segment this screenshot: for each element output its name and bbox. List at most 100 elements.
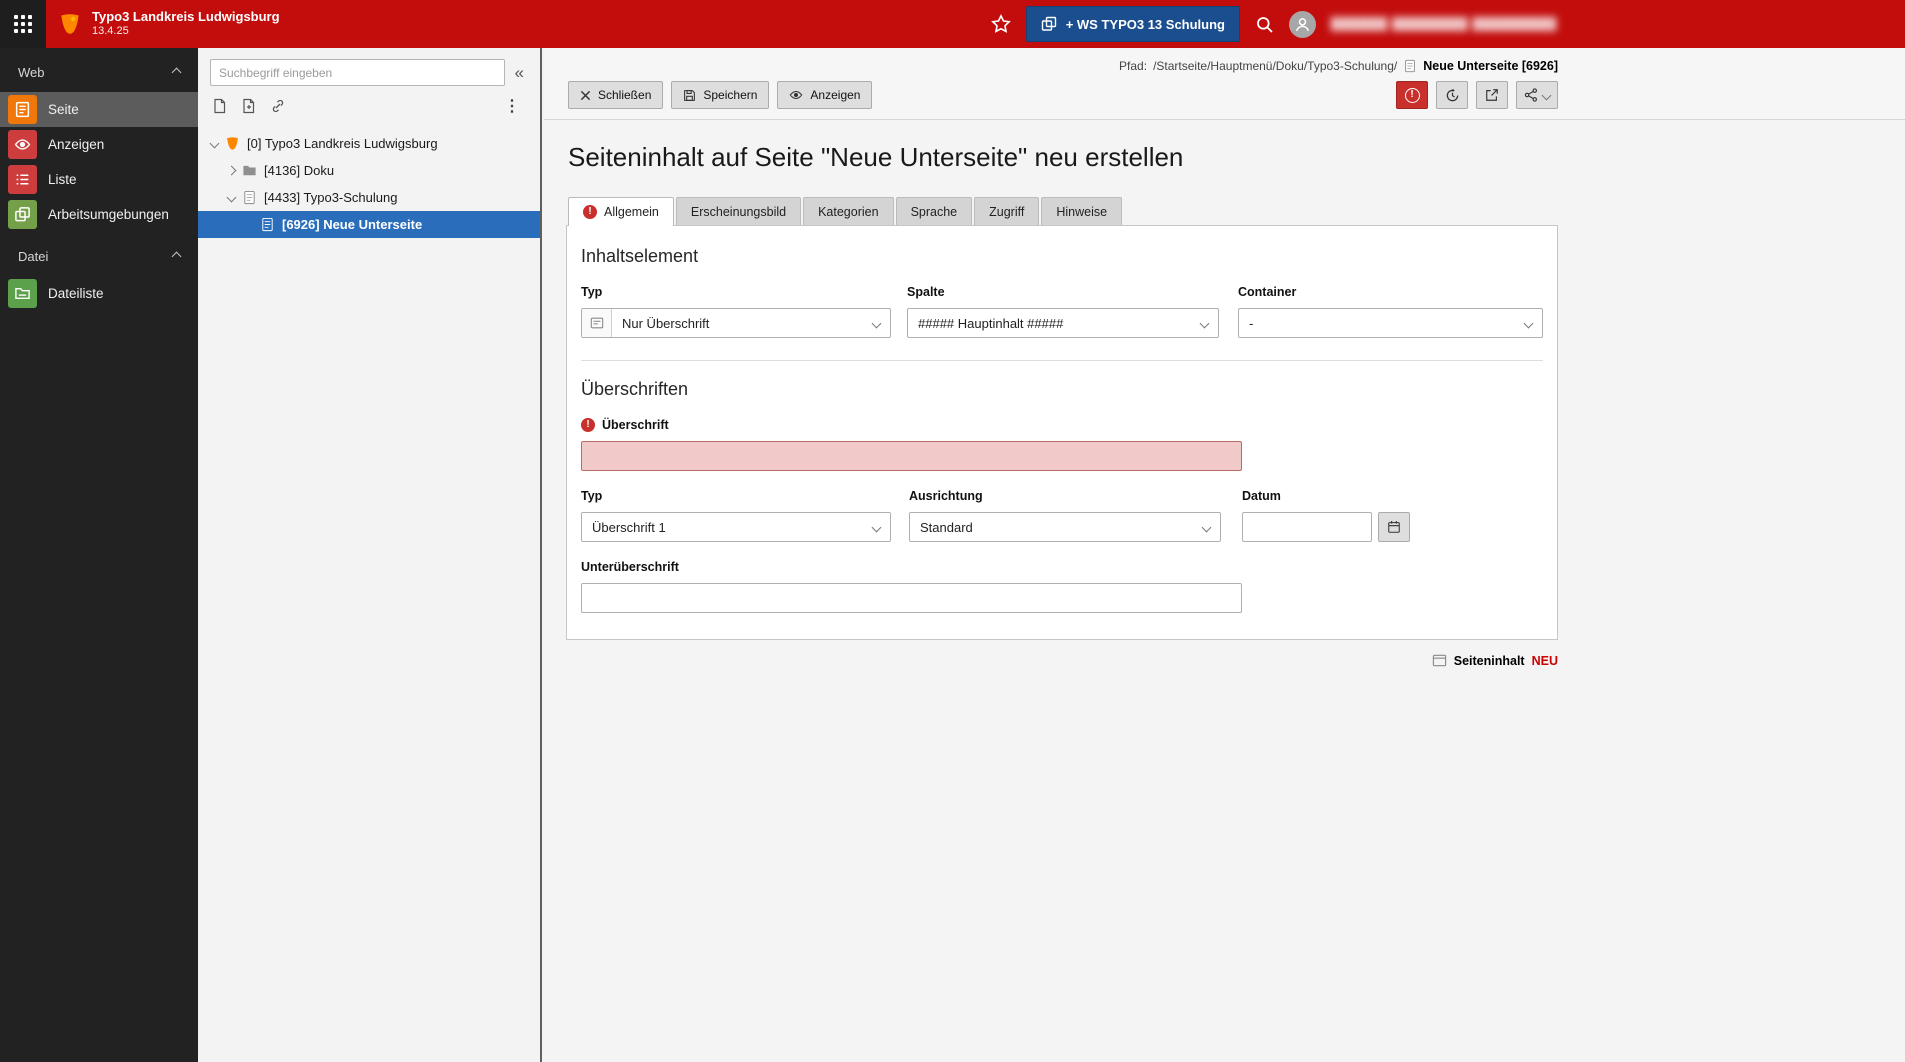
module-item-label: Anzeigen (48, 137, 105, 152)
module-group-datei-label: Datei (18, 249, 49, 264)
module-group-datei[interactable]: Datei (0, 232, 198, 276)
module-item-label: Arbeitsumgebungen (48, 207, 169, 222)
chevron-down-icon (1541, 90, 1552, 100)
container-select[interactable]: - (1238, 308, 1543, 338)
module-item-label: Seite (48, 102, 79, 117)
module-menu: Web Seite Anzeigen Liste Arbeitsumgebung… (0, 48, 198, 1062)
tab-allgemein[interactable]: ! Allgemein (568, 197, 674, 226)
calendar-button[interactable] (1378, 512, 1410, 542)
share-icon (1524, 88, 1538, 102)
tree-more-menu-icon[interactable]: ⋮ (498, 96, 526, 116)
workspaces-module-icon (8, 200, 37, 229)
close-button-label: Schließen (598, 88, 652, 102)
chevron-down-icon[interactable] (226, 192, 237, 203)
tab-erscheinungsbild[interactable]: Erscheinungsbild (675, 197, 802, 225)
section-title-ueberschriften: Überschriften (581, 379, 689, 399)
unterueberschrift-input[interactable] (581, 583, 1242, 613)
typo3-logo-icon (58, 12, 82, 36)
user-name[interactable]: ██████ ████████ █████████ (1331, 17, 1556, 31)
ueberschrift-input[interactable] (581, 441, 1242, 471)
module-item-anzeigen[interactable]: Anzeigen (0, 127, 198, 162)
tab-error-icon: ! (583, 205, 597, 219)
path-label: Pfad: (1119, 59, 1148, 73)
module-group-web-label: Web (18, 65, 45, 80)
chevron-down-icon[interactable] (209, 138, 220, 149)
record-type-label: Seiteninhalt (1453, 653, 1525, 668)
ueberschrift-typ-select[interactable]: Überschrift 1 (581, 512, 891, 542)
tab-panel-allgemein: Inhaltselement Typ Nur Überschrift Spalt… (566, 225, 1558, 640)
view-module-icon (8, 130, 37, 159)
chevron-down-icon (871, 522, 882, 532)
workspace-button-label: + WS TYPO3 13 Schulung (1065, 16, 1225, 32)
chevron-down-icon (1199, 318, 1210, 328)
tree-node-root[interactable]: [0] Typo3 Landkreis Ludwigsburg (198, 130, 540, 157)
collapse-tree-icon[interactable]: « (513, 64, 532, 81)
spalte-select-value: ##### Hauptinhalt ##### (918, 315, 1064, 331)
spalte-select[interactable]: ##### Hauptinhalt ##### (907, 308, 1220, 338)
modules-toggle-button[interactable] (0, 0, 46, 48)
page-tree: [0] Typo3 Landkreis Ludwigsburg [4136] D… (198, 130, 540, 238)
tab-label: Allgemein (604, 205, 659, 219)
bookmark-star-icon[interactable] (990, 14, 1011, 34)
tab-label: Sprache (910, 204, 958, 219)
tree-node-label: [6926] Neue Unterseite (282, 217, 423, 232)
tree-node-label: [0] Typo3 Landkreis Ludwigsburg (247, 136, 438, 151)
external-link-icon (1485, 88, 1499, 102)
tab-label: Erscheinungsbild (690, 204, 787, 219)
save-button[interactable]: Speichern (671, 81, 770, 109)
tab-sprache[interactable]: Sprache (895, 197, 973, 225)
module-item-label: Liste (48, 172, 77, 187)
tree-search-input[interactable] (210, 59, 505, 86)
tab-zugriff[interactable]: Zugriff (974, 197, 1040, 225)
new-page-alt-icon[interactable] (241, 98, 257, 114)
chevron-down-icon (1201, 522, 1212, 532)
user-avatar[interactable] (1289, 10, 1316, 38)
tab-kategorien[interactable]: Kategorien (803, 197, 894, 225)
save-button-label: Speichern (703, 88, 758, 102)
module-content: Pfad: /Startseite/Hauptmenü/Doku/Typo3-S… (544, 48, 1905, 1062)
tree-node-typo3-schulung[interactable]: [4433] Typo3-Schulung (198, 184, 540, 211)
chevron-down-icon (1523, 318, 1534, 328)
typ-select-value: Nur Überschrift (622, 315, 710, 331)
tab-hinweise[interactable]: Hinweise (1041, 197, 1123, 225)
workspace-button[interactable]: + WS TYPO3 13 Schulung (1025, 6, 1240, 42)
chevron-right-icon[interactable] (226, 165, 237, 176)
history-button[interactable] (1436, 81, 1468, 109)
path-value: /Startseite/Hauptmenü/Doku/Typo3-Schulun… (1153, 59, 1398, 73)
ausrichtung-select[interactable]: Standard (909, 512, 1221, 542)
share-button[interactable] (1516, 81, 1558, 109)
ausrichtung-select-value: Standard (920, 519, 973, 535)
list-module-icon (8, 165, 37, 194)
form-tabs: ! Allgemein Erscheinungsbild Kategorien … (568, 197, 1558, 226)
typ-label: Typ (581, 285, 603, 299)
folder-icon (242, 163, 257, 178)
ueberschrift-typ-label: Typ (581, 489, 603, 503)
view-button-label: Anzeigen (810, 88, 861, 102)
ueberschrift-label: Überschrift (602, 418, 669, 432)
module-item-arbeitsumgebungen[interactable]: Arbeitsumgebungen (0, 197, 198, 232)
close-button[interactable]: Schließen (568, 81, 664, 109)
link-icon[interactable] (270, 98, 286, 114)
docheader: Pfad: /Startseite/Hauptmenü/Doku/Typo3-S… (544, 48, 1905, 120)
tree-node-label: [4433] Typo3-Schulung (264, 190, 398, 205)
new-page-icon[interactable] (212, 98, 228, 114)
module-item-liste[interactable]: Liste (0, 162, 198, 197)
error-icon: ! (1404, 87, 1420, 103)
typ-select[interactable]: Nur Überschrift (581, 308, 891, 338)
search-icon[interactable] (1255, 15, 1274, 34)
open-in-new-window-button[interactable] (1476, 81, 1508, 109)
site-identity: Typo3 Landkreis Ludwigsburg 13.4.25 (92, 9, 280, 39)
tree-node-doku[interactable]: [4136] Doku (198, 157, 540, 184)
page-icon (242, 190, 257, 205)
view-button[interactable]: Anzeigen (777, 81, 873, 109)
chevron-up-icon (171, 251, 182, 262)
module-group-web[interactable]: Web (0, 48, 198, 92)
tree-node-neue-unterseite[interactable]: [6926] Neue Unterseite (198, 211, 540, 238)
validation-error-button[interactable]: ! (1396, 81, 1428, 109)
module-item-seite[interactable]: Seite (0, 92, 198, 127)
datum-input[interactable] (1242, 512, 1372, 542)
eye-icon (789, 88, 803, 102)
unterueberschrift-label: Unterüberschrift (581, 560, 679, 574)
apps-grid-icon (14, 15, 32, 33)
module-item-dateiliste[interactable]: Dateiliste (0, 276, 198, 311)
